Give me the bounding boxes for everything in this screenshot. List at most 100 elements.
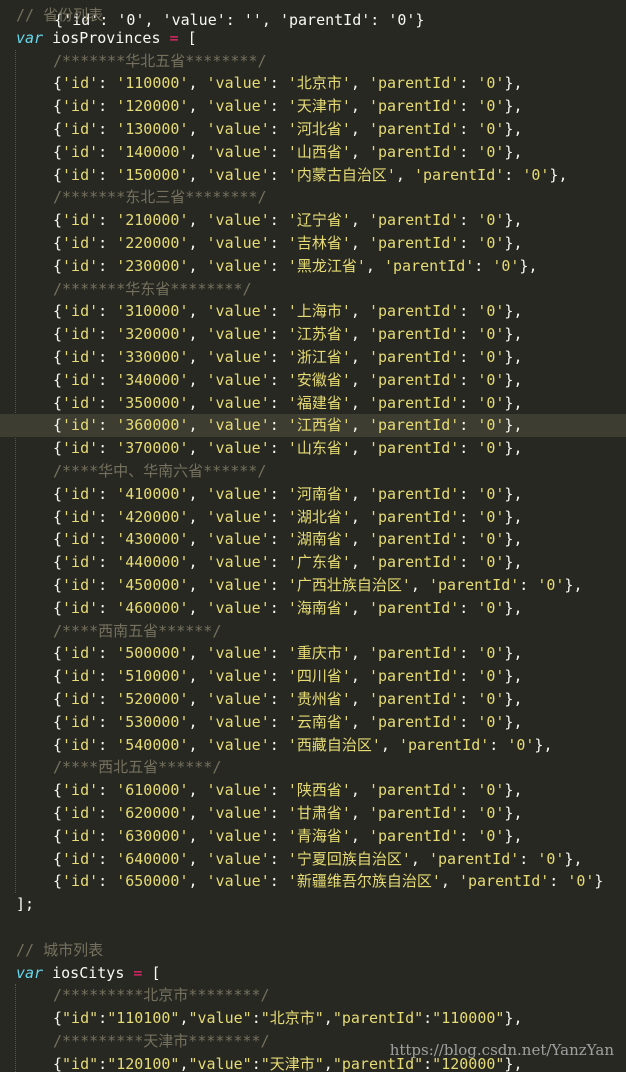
- colon: :: [98, 1009, 108, 1028]
- comma: ,: [350, 211, 369, 230]
- colon: :: [98, 781, 117, 800]
- colon: :: [98, 644, 117, 663]
- province-row: {'id': '460000', 'value': '海南省', 'parent…: [0, 597, 626, 620]
- key-value: 'value': [206, 234, 270, 252]
- quote: ': [116, 142, 126, 161]
- comma: ,: [350, 507, 369, 526]
- comma: ,: [188, 439, 207, 458]
- province-row: {'id': '150000', 'value': '内蒙古自治区', 'par…: [0, 164, 626, 187]
- parent-id-value: '0': [477, 120, 505, 138]
- comma: ,: [188, 576, 207, 594]
- key-id: "id": [62, 1054, 99, 1072]
- comma: ,: [350, 712, 369, 731]
- key-parent-id: 'parentId': [428, 576, 520, 594]
- colon: :: [269, 393, 288, 412]
- close-brace: },: [504, 370, 523, 389]
- comma: ,: [350, 302, 369, 321]
- province-row: {'id': '430000', 'value': '湖南省', 'parent…: [0, 528, 626, 551]
- key-id: 'id': [62, 690, 99, 708]
- brace: {: [53, 644, 63, 663]
- key-id: 'id': [62, 712, 99, 731]
- close-brace: }: [594, 872, 604, 891]
- comma: ,: [188, 826, 207, 845]
- key-id: 'id': [62, 872, 99, 891]
- brace: {: [53, 712, 63, 731]
- colon: :: [423, 1009, 433, 1028]
- colon: :: [98, 849, 117, 868]
- comma: ,: [188, 849, 207, 868]
- province-name: 宁夏回族自治区: [296, 849, 402, 868]
- line-content: {'id': '510000', 'value': '四川省', 'parent…: [53, 665, 522, 688]
- province-row: {'id': '650000', 'value': '新疆维吾尔族自治区', '…: [0, 870, 626, 893]
- province-id: 110000: [125, 74, 180, 93]
- key-value: 'value': [206, 120, 270, 138]
- quote: ': [341, 325, 351, 344]
- province-id: 130000: [125, 120, 180, 138]
- province-name: 山西省: [296, 142, 342, 161]
- comma: ,: [188, 804, 207, 822]
- comma: ,: [350, 393, 369, 412]
- colon: :: [459, 644, 478, 663]
- key-parent-id: 'parentId': [368, 804, 460, 822]
- province-id: 440000: [125, 553, 180, 572]
- array-open-bracket: [: [151, 963, 161, 982]
- close-brace: },: [504, 690, 523, 708]
- colon: :: [98, 872, 117, 891]
- line-content: var iosCitys = [: [16, 962, 161, 985]
- brace: {: [53, 74, 63, 93]
- key-id: 'id': [62, 348, 99, 366]
- quote: ': [116, 804, 126, 822]
- comma: ,: [188, 735, 207, 754]
- colon: :: [474, 256, 493, 275]
- province-name: 云南省: [296, 712, 342, 731]
- province-name: 内蒙古自治区: [296, 165, 387, 184]
- key-parent-id: 'parentId': [368, 74, 460, 93]
- line-content: {'id': '130000', 'value': '河北省', 'parent…: [53, 118, 522, 141]
- comma: ,: [323, 1054, 333, 1072]
- parent-id-value: '0': [477, 370, 505, 389]
- colon: :: [269, 74, 288, 93]
- comma: ,: [350, 530, 369, 549]
- quote: ': [341, 804, 351, 822]
- province-name: 陕西省: [296, 781, 342, 800]
- quote: ': [287, 530, 297, 549]
- line-content: /****西南五省******/: [53, 620, 221, 643]
- key-id: 'id': [62, 781, 99, 800]
- colon: :: [98, 712, 117, 731]
- quote: ': [116, 598, 126, 617]
- key-id: 'id': [62, 97, 99, 116]
- line-content: {'id': '650000', 'value': '新疆维吾尔族自治区', '…: [53, 870, 603, 893]
- parent-id-value: '0': [477, 598, 505, 617]
- colon: :: [269, 165, 288, 184]
- line-content: {'id': '230000', 'value': '黑龙江省', 'paren…: [53, 255, 537, 278]
- close-brace: },: [504, 234, 523, 252]
- line-content: {'id': '440000', 'value': '广东省', 'parent…: [53, 551, 522, 574]
- quote: ": [107, 1054, 117, 1072]
- comma: ,: [350, 348, 369, 366]
- key-value: 'value': [206, 712, 270, 731]
- colon: :: [459, 325, 478, 344]
- comma: ,: [410, 849, 429, 868]
- brace: {: [53, 256, 63, 275]
- colon: :: [98, 302, 117, 321]
- colon: :: [269, 234, 288, 252]
- quote: ': [341, 644, 351, 663]
- colon: :: [519, 576, 538, 594]
- parent-id-value: '0': [477, 667, 505, 686]
- quote: ": [314, 1009, 324, 1028]
- key-value: 'value': [206, 849, 270, 868]
- key-value: 'value': [206, 142, 270, 161]
- parent-id-value: '0': [537, 576, 565, 594]
- key-parent-id: 'parentId': [458, 872, 550, 891]
- colon: :: [98, 439, 117, 458]
- section-comment: // 城市列表: [16, 940, 104, 959]
- close-brace: },: [504, 1009, 523, 1028]
- colon: :: [98, 120, 117, 138]
- line-content: {'id': '410000', 'value': '河南省', 'parent…: [53, 483, 522, 506]
- key-parent-id: 'parentId': [368, 712, 460, 731]
- quote: ': [401, 576, 411, 594]
- group-comment-line: /****西南五省******/: [0, 620, 626, 643]
- key-value: 'value': [206, 667, 270, 686]
- code-editor[interactable]: {'id': '0', 'value': '', 'parentId': '0'…: [0, 0, 626, 1072]
- group-comment: /*******东北三省********/: [53, 188, 267, 207]
